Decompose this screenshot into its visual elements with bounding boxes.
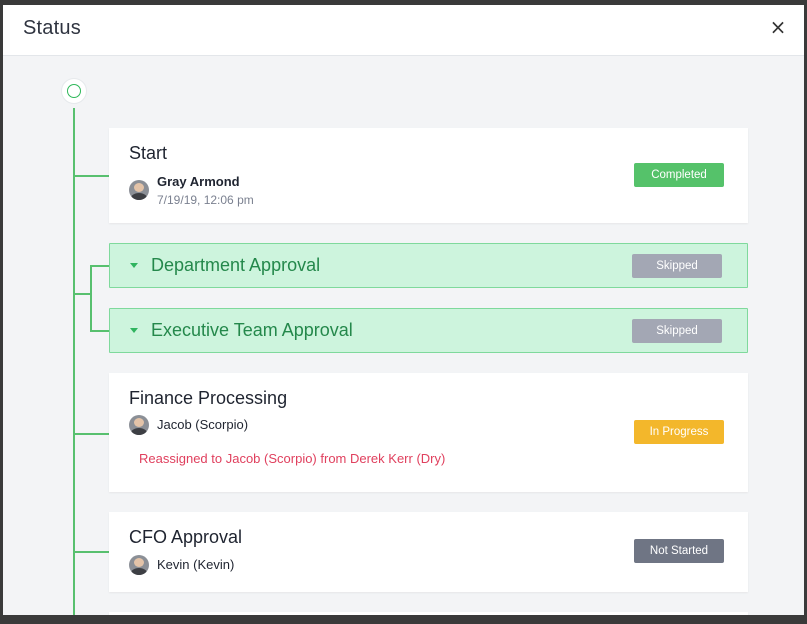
connector-department	[90, 265, 109, 267]
connector-cfo	[73, 551, 109, 553]
status-badge: Skipped	[632, 319, 722, 343]
step-card-finance-processing[interactable]: Finance Processing Jacob (Scorpio) Reass…	[109, 373, 748, 492]
step-person: Kevin (Kevin)	[157, 557, 235, 572]
step-date: 7/19/19, 12:06 pm	[157, 193, 254, 207]
step-person: Gray Armond	[157, 174, 240, 189]
connector-start	[73, 175, 109, 177]
step-card-next	[109, 612, 748, 615]
connector-finance	[73, 433, 109, 435]
step-card-start[interactable]: Start Gray Armond 7/19/19, 12:06 pm Comp…	[109, 128, 748, 223]
connector-executive	[90, 330, 109, 332]
reassignment-note: Reassigned to Jacob (Scorpio) from Derek…	[139, 451, 446, 466]
caret-down-icon[interactable]	[130, 328, 138, 333]
step-title: Start	[129, 143, 168, 163]
modal-header: Status ×	[3, 5, 804, 56]
caret-down-icon[interactable]	[130, 263, 138, 268]
step-title: Finance Processing	[129, 388, 288, 408]
step-title: CFO Approval	[129, 527, 243, 547]
step-title: Executive Team Approval	[151, 320, 353, 340]
start-circle-icon	[61, 78, 87, 104]
step-group-department-approval[interactable]: Department Approval Skipped	[109, 243, 748, 288]
status-badge: Completed	[634, 163, 724, 187]
connector-group	[73, 293, 91, 295]
status-badge: Skipped	[632, 254, 722, 278]
avatar-icon	[129, 180, 149, 200]
step-group-executive-team-approval[interactable]: Executive Team Approval Skipped	[109, 308, 748, 353]
close-icon[interactable]: ×	[768, 15, 788, 39]
avatar-icon	[129, 555, 149, 575]
timeline-line	[73, 108, 75, 615]
avatar-icon	[129, 415, 149, 435]
status-modal: Status × Start Gray Armond 7/19/19, 12:0…	[3, 5, 804, 615]
step-person: Jacob (Scorpio)	[157, 417, 249, 432]
step-card-cfo-approval[interactable]: CFO Approval Kevin (Kevin) Not Started	[109, 512, 748, 592]
status-badge: In Progress	[634, 420, 724, 444]
status-badge: Not Started	[634, 539, 724, 563]
connector-group-branch	[90, 265, 92, 331]
modal-title: Status	[23, 17, 81, 39]
step-title: Department Approval	[151, 255, 321, 275]
